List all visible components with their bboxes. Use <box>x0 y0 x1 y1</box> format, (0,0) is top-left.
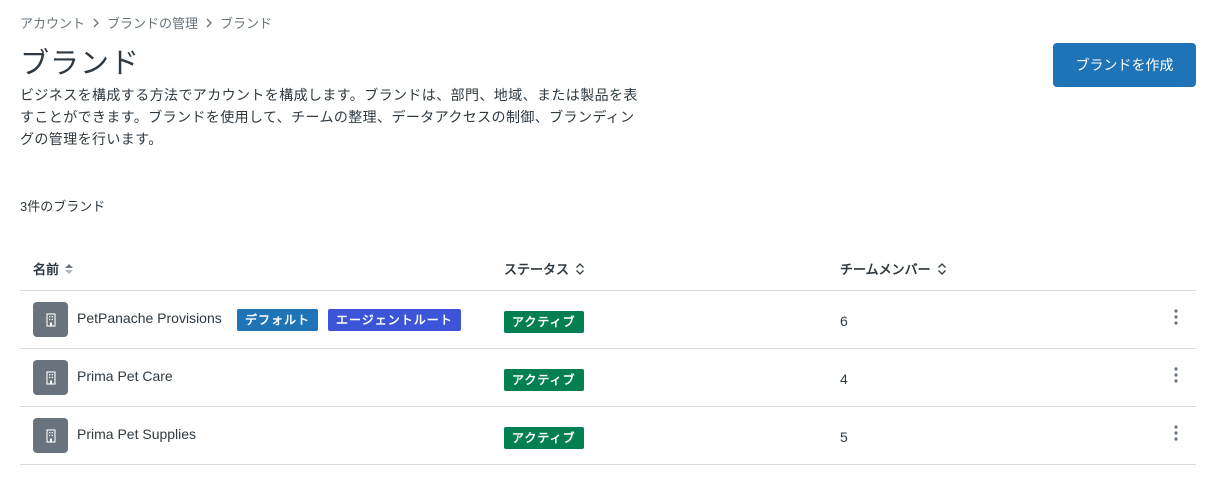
row-menu-button[interactable] <box>1166 305 1186 329</box>
breadcrumb-current: ブランド <box>220 16 273 31</box>
member-count: 5 <box>840 429 848 445</box>
row-menu-button[interactable] <box>1166 421 1186 445</box>
sort-icon <box>937 262 946 275</box>
brand-name[interactable]: Prima Pet Supplies <box>77 426 196 442</box>
more-vertical-icon <box>1174 425 1178 441</box>
more-vertical-icon <box>1174 367 1178 383</box>
create-brand-button[interactable]: ブランドを作成 <box>1053 43 1196 87</box>
column-header-members-label: チームメンバー <box>840 262 931 277</box>
member-count: 4 <box>840 371 848 387</box>
chevron-right-icon <box>206 18 212 27</box>
page-description: ビジネスを構成する方法でアカウントを構成します。ブランドは、部門、地域、または製… <box>20 87 638 147</box>
chevron-right-icon <box>93 18 99 27</box>
default-badge: デフォルト <box>237 309 319 331</box>
table-row[interactable]: PetPanache Provisions デフォルト エージェントルート アク… <box>20 291 1196 349</box>
status-badge: アクティブ <box>504 369 584 391</box>
status-badge: アクティブ <box>504 311 584 333</box>
page-title: ブランド <box>20 48 141 80</box>
brand-count: 3件のブランド <box>20 199 106 214</box>
column-header-status-label: ステータス <box>504 262 570 277</box>
column-header-name[interactable]: 名前 <box>33 259 74 278</box>
table-header: 名前 ステータス チームメンバー <box>20 246 1196 291</box>
more-vertical-icon <box>1174 309 1178 325</box>
building-icon <box>33 302 68 337</box>
table-row[interactable]: Prima Pet Supplies アクティブ 5 <box>20 407 1196 465</box>
table-row[interactable]: Prima Pet Care アクティブ 4 <box>20 349 1196 407</box>
building-icon <box>33 418 68 453</box>
breadcrumb-brand-management[interactable]: ブランドの管理 <box>107 13 198 32</box>
column-header-status[interactable]: ステータス <box>504 259 586 278</box>
sort-icon <box>65 263 74 274</box>
brands-table: 名前 ステータス チームメンバー PetPanache Provisions デ… <box>20 246 1196 465</box>
brand-name[interactable]: Prima Pet Care <box>77 368 173 384</box>
column-header-members[interactable]: チームメンバー <box>840 259 948 278</box>
column-header-name-label: 名前 <box>33 262 60 277</box>
breadcrumb: アカウント ブランドの管理 ブランド <box>20 13 272 32</box>
brands-page: アカウント ブランドの管理 ブランド ブランド ビジネスを構成する方法でアカウン… <box>0 0 1216 478</box>
row-menu-button[interactable] <box>1166 363 1186 387</box>
sort-icon <box>576 262 584 275</box>
member-count: 6 <box>840 313 848 329</box>
breadcrumb-account[interactable]: アカウント <box>20 13 85 32</box>
status-badge: アクティブ <box>504 427 584 449</box>
brand-name[interactable]: PetPanache Provisions <box>77 310 222 326</box>
agent-route-badge: エージェントルート <box>328 309 461 331</box>
building-icon <box>33 360 68 395</box>
